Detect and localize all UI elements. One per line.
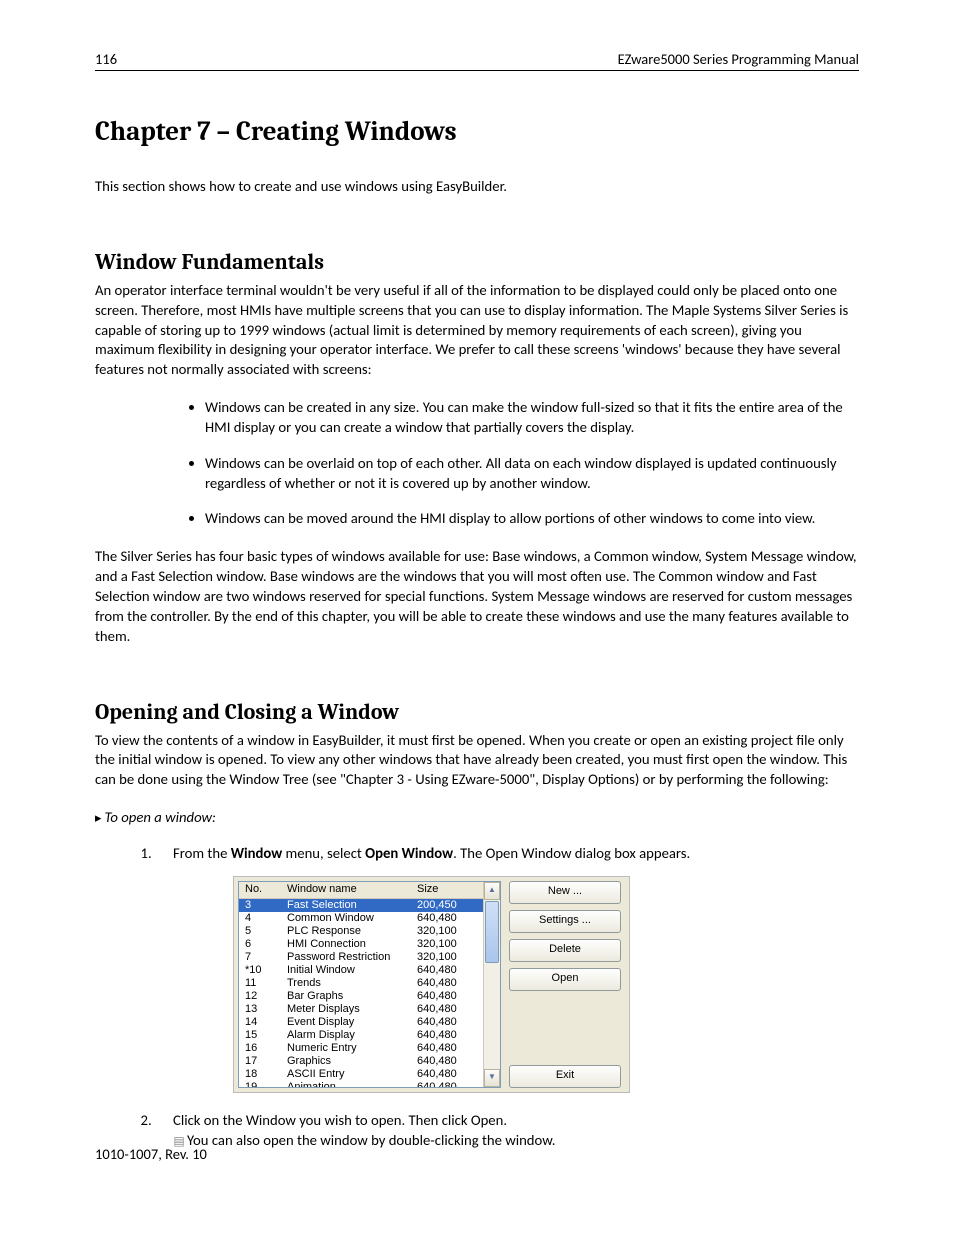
procedure-heading: To open a window: bbox=[95, 808, 859, 826]
section-heading-opening: Opening and Closing a Window bbox=[95, 699, 859, 725]
scroll-track[interactable] bbox=[484, 900, 500, 1069]
doc-title: EZware5000 Series Programming Manual bbox=[618, 50, 859, 68]
intro-paragraph: This section shows how to create and use… bbox=[95, 177, 859, 197]
step-1: From the Window menu, select Open Window… bbox=[155, 844, 859, 1093]
step-text: From the bbox=[173, 844, 231, 862]
list-body[interactable]: 3Fast Selection200,4504Common Window640,… bbox=[239, 899, 483, 1087]
delete-button[interactable]: Delete bbox=[509, 939, 621, 962]
table-row[interactable]: *10Initial Window640,480 bbox=[239, 964, 483, 977]
table-row[interactable]: 5PLC Response320,100 bbox=[239, 925, 483, 938]
new-button[interactable]: New ... bbox=[509, 881, 621, 904]
list-header: No. Window name Size bbox=[239, 882, 483, 899]
col-header-size: Size bbox=[417, 882, 483, 897]
table-row[interactable]: 12Bar Graphs640,480 bbox=[239, 990, 483, 1003]
section-heading-fundamentals: Window Fundamentals bbox=[95, 249, 859, 275]
exit-button[interactable]: Exit bbox=[509, 1065, 621, 1088]
table-row[interactable]: 13Meter Displays640,480 bbox=[239, 1003, 483, 1016]
step-bold: Open Window bbox=[365, 844, 453, 862]
fundamentals-para1: An operator interface terminal wouldn't … bbox=[95, 281, 859, 380]
scroll-down-icon[interactable]: ▼ bbox=[484, 1069, 500, 1087]
table-row[interactable]: 19Animation640,480 bbox=[239, 1081, 483, 1087]
list-item: Windows can be moved around the HMI disp… bbox=[205, 509, 859, 529]
step-2: Click on the Window you wish to open. Th… bbox=[155, 1111, 859, 1151]
table-row[interactable]: 16Numeric Entry640,480 bbox=[239, 1042, 483, 1055]
step-text: Click on the Window you wish to open. Th… bbox=[173, 1111, 507, 1129]
col-header-name: Window name bbox=[287, 882, 417, 897]
table-row[interactable]: 15Alarm Display640,480 bbox=[239, 1029, 483, 1042]
table-row[interactable]: 14Event Display640,480 bbox=[239, 1016, 483, 1029]
step-bold: Window bbox=[231, 844, 283, 862]
table-row[interactable]: 7Password Restriction320,100 bbox=[239, 951, 483, 964]
open-button[interactable]: Open bbox=[509, 968, 621, 991]
page-header: 116 EZware5000 Series Programming Manual bbox=[95, 50, 859, 71]
page-number: 116 bbox=[95, 50, 117, 68]
table-row[interactable]: 6HMI Connection320,100 bbox=[239, 938, 483, 951]
table-row[interactable]: 18ASCII Entry640,480 bbox=[239, 1068, 483, 1081]
procedure-steps: From the Window menu, select Open Window… bbox=[95, 844, 859, 1151]
table-row[interactable]: 3Fast Selection200,450 bbox=[239, 899, 483, 912]
dialog-button-panel: New ... Settings ... Delete Open Exit bbox=[501, 877, 629, 1092]
scrollbar[interactable]: ▲ ▼ bbox=[483, 882, 500, 1087]
col-header-no: No. bbox=[239, 882, 287, 897]
table-row[interactable]: 11Trends640,480 bbox=[239, 977, 483, 990]
list-item: Windows can be created in any size. You … bbox=[205, 398, 859, 438]
chapter-title: Chapter 7 – Creating Windows bbox=[95, 116, 859, 147]
fundamentals-para2: The Silver Series has four basic types o… bbox=[95, 547, 859, 646]
open-window-dialog: No. Window name Size 3Fast Selection200,… bbox=[233, 876, 630, 1093]
settings-button[interactable]: Settings ... bbox=[509, 910, 621, 933]
step-note: You can also open the window by double-c… bbox=[187, 1131, 555, 1149]
window-listbox[interactable]: No. Window name Size 3Fast Selection200,… bbox=[238, 881, 501, 1088]
opening-para1: To view the contents of a window in Easy… bbox=[95, 731, 859, 791]
scroll-up-icon[interactable]: ▲ bbox=[484, 882, 500, 900]
footer-revision: 1010-1007, Rev. 10 bbox=[95, 1145, 207, 1163]
scroll-thumb[interactable] bbox=[485, 901, 499, 963]
list-item: Windows can be overlaid on top of each o… bbox=[205, 454, 859, 494]
step-text: menu, select bbox=[282, 844, 365, 862]
table-row[interactable]: 17Graphics640,480 bbox=[239, 1055, 483, 1068]
step-text: . The Open Window dialog box appears. bbox=[453, 844, 690, 862]
fundamentals-bullet-list: Windows can be created in any size. You … bbox=[95, 398, 859, 529]
table-row[interactable]: 4Common Window640,480 bbox=[239, 912, 483, 925]
